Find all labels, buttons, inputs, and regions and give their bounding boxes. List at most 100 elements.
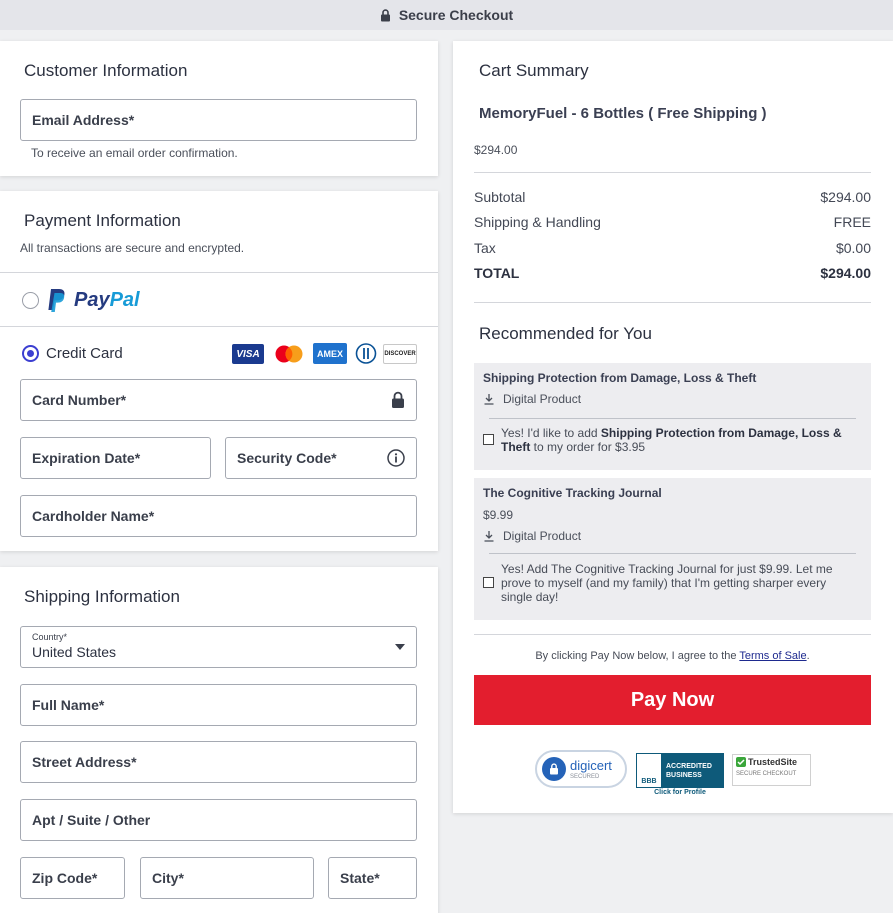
visa-icon: VISA: [232, 344, 264, 364]
apt-suite-label: Apt / Suite / Other: [32, 812, 151, 828]
divider: [0, 326, 438, 327]
subtotal-label: Subtotal: [474, 189, 526, 205]
full-name-label: Full Name*: [32, 697, 105, 713]
total-row: TOTAL $294.00: [474, 265, 871, 281]
shipping-protection-checkbox[interactable]: [483, 434, 494, 445]
country-label: Country*: [32, 632, 68, 642]
street-address-label: Street Address*: [32, 754, 137, 770]
email-label: Email Address*: [32, 112, 135, 128]
recommended-item-name: Shipping Protection from Damage, Loss & …: [483, 371, 757, 385]
subtotal-value: $294.00: [820, 189, 871, 205]
zip-code-field[interactable]: Zip Code*: [20, 857, 125, 899]
recommended-item-name: The Cognitive Tracking Journal: [483, 486, 662, 500]
divider: [474, 172, 871, 173]
secure-checkout-title: Secure Checkout: [398, 7, 514, 23]
credit-card-radio[interactable]: [22, 345, 39, 362]
paypal-icon: [48, 289, 65, 312]
bbb-line1: ACCREDITED: [666, 762, 712, 770]
shipping-row: Shipping & Handling FREE: [474, 214, 871, 230]
zip-code-label: Zip Code*: [32, 870, 98, 886]
bbb-badge[interactable]: BBB ACCREDITED BUSINESS Click for Profil…: [636, 753, 724, 797]
email-hint: To receive an email order confirmation.: [31, 146, 238, 160]
product-type: Digital Product: [503, 529, 582, 543]
download-icon: [484, 531, 494, 542]
divider: [474, 634, 871, 635]
tax-value: $0.00: [835, 240, 871, 256]
customer-info-title: Customer Information: [24, 61, 188, 80]
state-label: State*: [340, 870, 380, 886]
digital-product-line: Digital Product: [483, 392, 581, 406]
email-field[interactable]: Email Address*: [20, 99, 417, 141]
state-field[interactable]: State*: [328, 857, 417, 899]
cardholder-name-label: Cardholder Name*: [32, 508, 155, 524]
mastercard-icon: [272, 344, 306, 364]
recommended-item: Shipping Protection from Damage, Loss & …: [474, 363, 871, 470]
street-address-field[interactable]: Street Address*: [20, 741, 417, 783]
paypal-option[interactable]: PayPal: [46, 288, 140, 313]
product-price: $294.00: [474, 143, 518, 157]
total-label: TOTAL: [474, 265, 520, 281]
payment-subtitle: All transactions are secure and encrypte…: [20, 241, 245, 255]
product-type: Digital Product: [503, 392, 582, 406]
country-select[interactable]: Country* United States: [20, 626, 417, 668]
diners-icon: [355, 343, 377, 364]
lock-icon: [380, 8, 390, 21]
apt-suite-field[interactable]: Apt / Suite / Other: [20, 799, 417, 841]
shipping-value: FREE: [833, 214, 871, 230]
city-label: City*: [152, 870, 184, 886]
bbb-link[interactable]: Click for Profile: [636, 789, 724, 796]
shipping-label: Shipping & Handling: [474, 214, 601, 230]
credit-card-label[interactable]: Credit Card: [46, 345, 123, 362]
info-icon[interactable]: [387, 449, 405, 467]
card-number-label: Card Number*: [32, 392, 127, 408]
recommended-title: Recommended for You: [479, 324, 652, 343]
bbb-line2: BUSINESS: [666, 771, 702, 779]
shipping-info-title: Shipping Information: [24, 587, 180, 606]
terms-of-sale-link[interactable]: Terms of Sale: [739, 650, 806, 662]
divider: [0, 272, 438, 273]
tax-label: Tax: [474, 240, 496, 256]
security-code-label: Security Code*: [237, 450, 337, 466]
cart-summary-title: Cart Summary: [479, 61, 589, 80]
security-code-field[interactable]: Security Code*: [225, 437, 417, 479]
subtotal-row: Subtotal $294.00: [474, 189, 871, 205]
digicert-sub: SECURED: [570, 773, 600, 780]
paypal-radio[interactable]: [22, 292, 39, 309]
amex-icon: AMEX: [313, 343, 347, 364]
paypal-label: PayPal: [74, 289, 140, 311]
digital-product-line: Digital Product: [483, 529, 581, 543]
trustedsite-sub: SECURE CHECKOUT: [736, 771, 797, 777]
expiration-date-label: Expiration Date*: [32, 450, 141, 466]
city-field[interactable]: City*: [140, 857, 314, 899]
lock-icon: [391, 391, 405, 409]
product-name: MemoryFuel - 6 Bottles ( Free Shipping ): [479, 105, 767, 122]
shipping-protection-offer[interactable]: Yes! I'd like to add Shipping Protection…: [501, 426, 857, 454]
total-value: $294.00: [820, 265, 871, 281]
divider: [489, 553, 856, 554]
card-number-field[interactable]: Card Number*: [20, 379, 417, 421]
digicert-badge[interactable]: digicert SECURED: [535, 750, 627, 788]
terms-text: By clicking Pay Now below, I agree to th…: [535, 650, 810, 662]
chevron-down-icon: [395, 644, 405, 650]
trustedsite-label: TrustedSite: [748, 757, 798, 767]
recommended-item: The Cognitive Tracking Journal $9.99 Dig…: [474, 478, 871, 620]
pay-now-button[interactable]: Pay Now: [474, 675, 871, 725]
full-name-field[interactable]: Full Name*: [20, 684, 417, 726]
trustedsite-badge[interactable]: TrustedSite SECURE CHECKOUT: [732, 754, 811, 786]
digicert-label: digicert: [570, 757, 612, 773]
digicert-lock-icon: [542, 757, 566, 781]
payment-info-title: Payment Information: [24, 211, 181, 230]
divider: [489, 418, 856, 419]
discover-icon: DISCOVER: [383, 344, 417, 364]
recommended-item-price: $9.99: [483, 508, 514, 522]
journal-offer[interactable]: Yes! Add The Cognitive Tracking Journal …: [501, 562, 857, 604]
country-value: United States: [32, 644, 117, 660]
check-icon: [736, 757, 746, 767]
journal-checkbox[interactable]: [483, 577, 494, 588]
tax-row: Tax $0.00: [474, 240, 871, 256]
bbb-logo-icon: BBB: [636, 753, 662, 788]
divider: [474, 302, 871, 303]
expiration-date-field[interactable]: Expiration Date*: [20, 437, 211, 479]
cardholder-name-field[interactable]: Cardholder Name*: [20, 495, 417, 537]
download-icon: [484, 394, 494, 405]
